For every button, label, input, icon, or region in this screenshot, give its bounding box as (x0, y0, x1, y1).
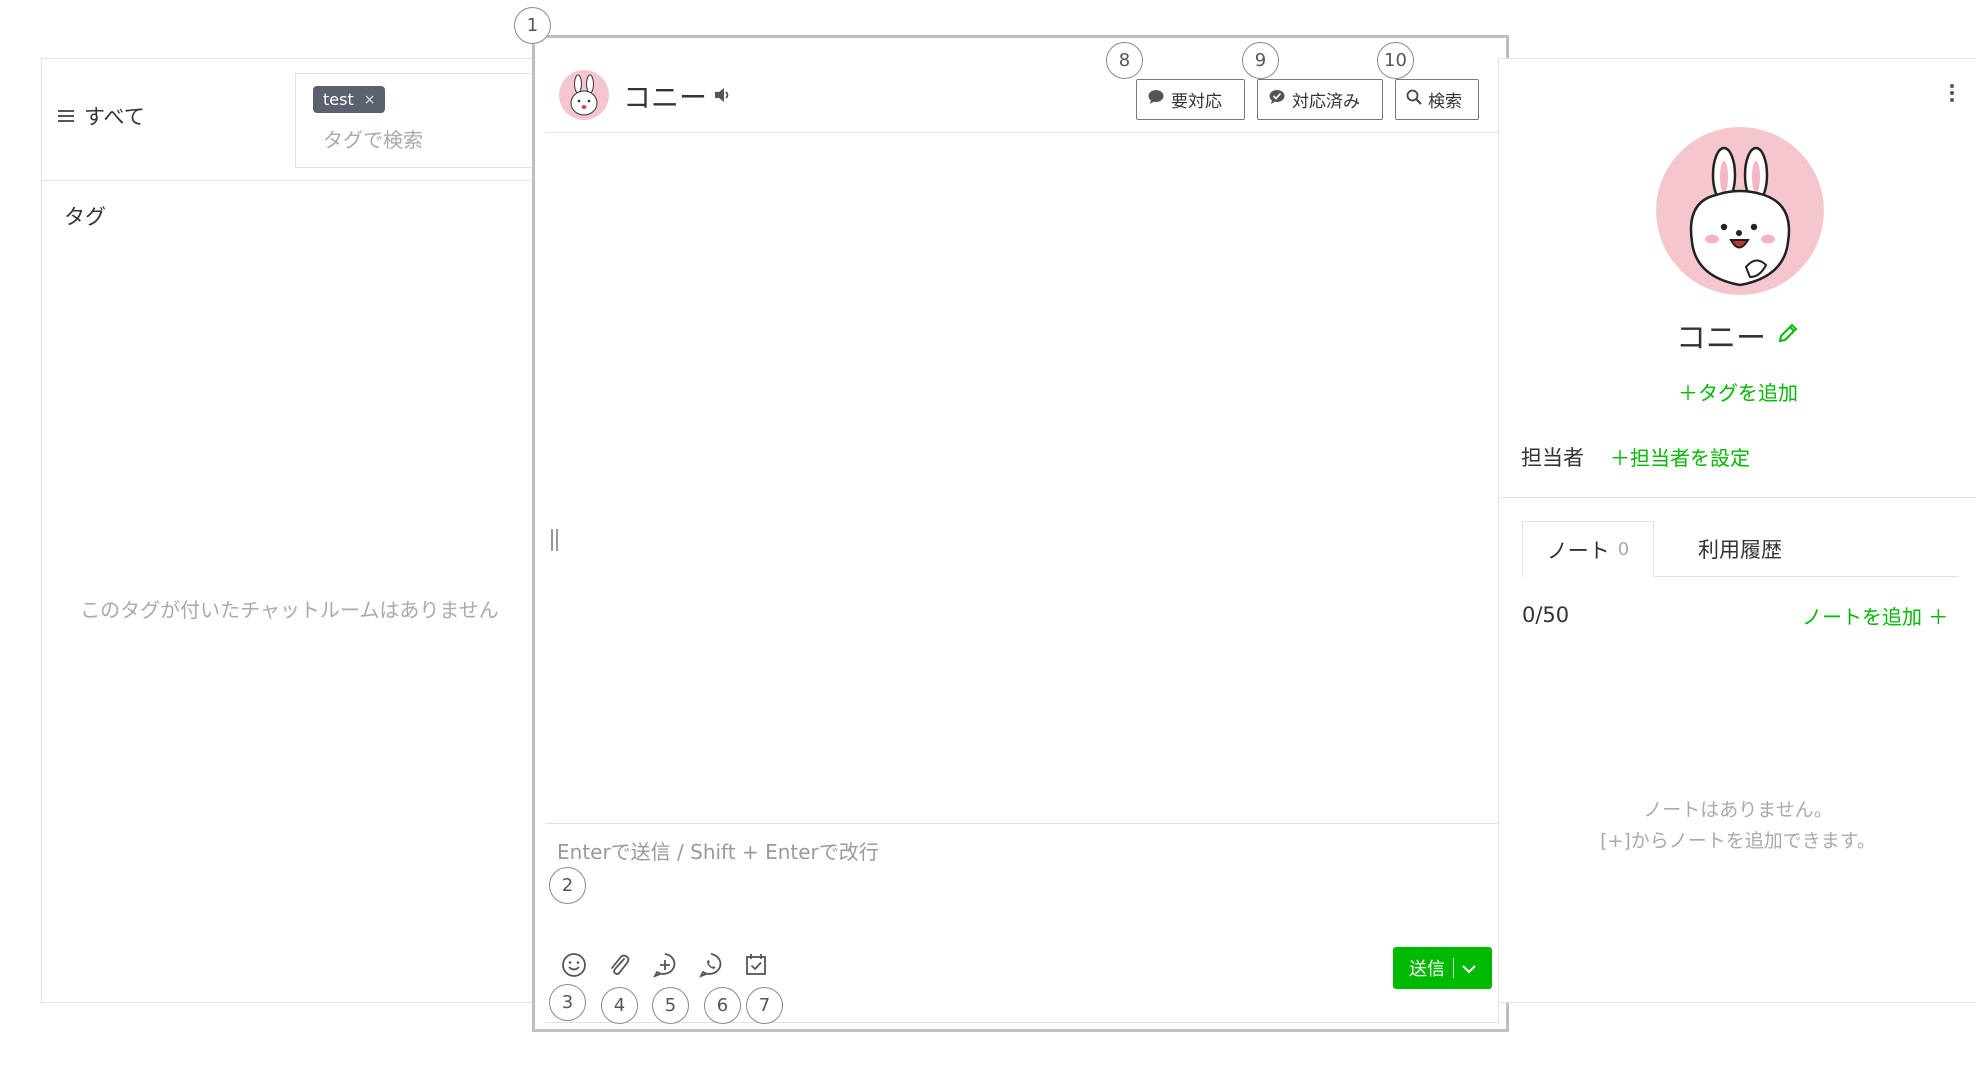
send-label: 送信 (1409, 959, 1445, 980)
message-area (545, 134, 1499, 823)
pencil-icon[interactable] (1776, 321, 1800, 349)
chat-bubble-icon (1147, 89, 1165, 110)
notes-count-badge: 0 (1617, 539, 1630, 560)
message-composer: 送信 (545, 823, 1499, 1023)
search-label: 検索 (1428, 92, 1462, 112)
calendar-check-icon[interactable] (740, 949, 772, 981)
needs-action-label: 要対応 (1171, 92, 1222, 112)
send-button[interactable]: 送信 (1393, 947, 1492, 989)
chevron-down-icon[interactable] (1462, 958, 1476, 979)
tab-history[interactable]: 利用履歴 (1670, 521, 1810, 577)
phone-bubble-icon[interactable] (695, 949, 727, 981)
menu-icon (58, 104, 74, 128)
callout-7: 7 (746, 987, 783, 1024)
empty-chat-list-message: このタグが付いたチャットルームはありません (80, 598, 499, 622)
tab-notes-label: ノート (1546, 538, 1610, 563)
tab-notes[interactable]: ノート 0 (1522, 521, 1654, 577)
callout-2: 2 (549, 867, 586, 904)
chat-contact-name: コニー (623, 81, 708, 114)
resize-handle[interactable] (551, 529, 561, 553)
assignee-label: 担当者 (1521, 446, 1584, 470)
callout-6: 6 (704, 987, 741, 1024)
add-note-button[interactable]: ノートを追加 ＋ (1802, 601, 1948, 630)
message-input[interactable] (557, 836, 1457, 896)
profile-panel: コニー ＋タグを追加 担当者 ＋担当者を設定 ノート 0 利用履歴 0/50 ノ… (1500, 58, 1976, 1003)
callout-1: 1 (514, 7, 551, 44)
profile-name-row: コニー (1500, 313, 1976, 357)
set-assignee-link[interactable]: ＋担当者を設定 (1610, 442, 1750, 471)
tag-search-input[interactable] (323, 128, 523, 152)
callout-5: 5 (652, 987, 689, 1024)
tag-chip: test × (313, 86, 386, 113)
callout-9: 9 (1242, 42, 1279, 79)
empty-notes-message: ノートはありません。 [+]からノートを追加できます。 (1500, 795, 1976, 857)
callout-4: 4 (601, 987, 638, 1024)
chat-window-highlight: コニー 要対応 対応済み 検索 Enterで送信 / Shift + Enter… (532, 35, 1509, 1032)
profile-avatar (1656, 127, 1824, 295)
close-icon[interactable]: × (364, 92, 376, 108)
smile-icon[interactable] (558, 949, 590, 981)
avatar[interactable] (559, 70, 609, 120)
filter-dropdown[interactable]: すべて (58, 101, 145, 131)
needs-action-button[interactable]: 要対応 (1136, 79, 1245, 120)
check-bubble-icon (1268, 89, 1286, 110)
plus-circle-icon[interactable] (649, 949, 681, 981)
search-button[interactable]: 検索 (1395, 79, 1479, 120)
more-vertical-icon[interactable] (1940, 83, 1964, 105)
tag-section-heading: タグ (64, 205, 106, 229)
chat-window: コニー 要対応 対応済み 検索 Enterで送信 / Shift + Enter… (545, 58, 1499, 1023)
add-tag-link[interactable]: ＋タグを追加 (1500, 377, 1976, 406)
filter-label: すべて (84, 105, 145, 129)
paperclip-icon[interactable] (603, 949, 635, 981)
empty-notes-line-1: ノートはありません。 (1643, 799, 1833, 821)
callout-3: 3 (549, 984, 586, 1021)
empty-notes-line-2: [+]からノートを追加できます。 (1600, 830, 1876, 852)
speaker-icon[interactable] (713, 86, 733, 108)
send-divider (1453, 958, 1454, 978)
chat-list-panel: すべて test × タグ このタグが付いたチャットルームはありません (41, 58, 537, 1003)
profile-name: コニー (1676, 321, 1766, 356)
search-icon (1406, 89, 1422, 110)
callout-8: 8 (1106, 42, 1143, 79)
chat-list-header: すべて test × (42, 59, 537, 181)
resolved-label: 対応済み (1292, 92, 1360, 112)
callout-10: 10 (1377, 42, 1414, 79)
tag-filter-box: test × (295, 73, 537, 168)
resolved-button[interactable]: 対応済み (1257, 79, 1383, 120)
chat-header: コニー 要対応 対応済み 検索 (545, 58, 1499, 133)
note-count: 0/50 (1522, 603, 1570, 627)
divider (1500, 497, 1976, 498)
tag-chip-label: test (323, 90, 354, 109)
